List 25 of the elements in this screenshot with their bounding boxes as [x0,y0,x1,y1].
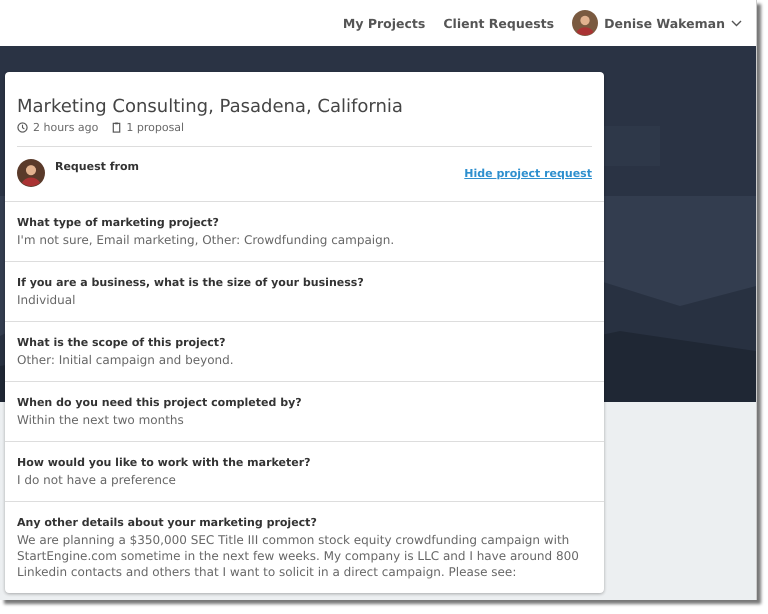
answer-text: We are planning a $350,000 SEC Title III common stock equity crowdfunding campaign with StartEngine.com sometime in the next few weeks. My company is LLC and I have around 800 Linkedin contacts and others that I want to solicit in a direct campaign. Please see: [17,532,580,580]
answer-text: Other: Initial campaign and beyond. [17,352,235,368]
answer-text: Within the next two months [17,412,185,428]
nav-link[interactable]: My Projects [342,16,426,30]
answer-text: I do not have a preference [17,472,177,488]
answer-text: Individual [17,292,76,308]
nav-link[interactable]: Client Requests [443,16,554,30]
question-label: How would you like to work with the marketer? [17,456,312,469]
answer-text: I'm not sure, Email marketing, Other: Crowdfunding campaign. [17,232,396,248]
clock-icon [17,122,28,133]
chevron-down-icon [731,20,742,26]
hide-request-link[interactable]: Hide project request [464,166,592,180]
posted-time: 2 hours ago [33,121,98,134]
proposal-count: 1 proposal [126,121,184,134]
question-label: What type of marketing project? [17,216,220,229]
user-menu[interactable]: Denise Wakeman [572,10,742,36]
user-avatar [572,10,598,36]
question-label: If you are a business, what is the size of your business? [17,276,365,289]
request-title: Marketing Consulting, Pasadena, California [17,96,404,117]
question-label: Any other details about your marketing project? [17,516,318,529]
clipboard-icon [112,122,122,133]
client-avatar [17,159,45,187]
question-label: When do you need this project completed by? [17,396,303,409]
request-from-label: Request from [55,160,140,172]
question-label: What is the scope of this project? [17,336,226,349]
